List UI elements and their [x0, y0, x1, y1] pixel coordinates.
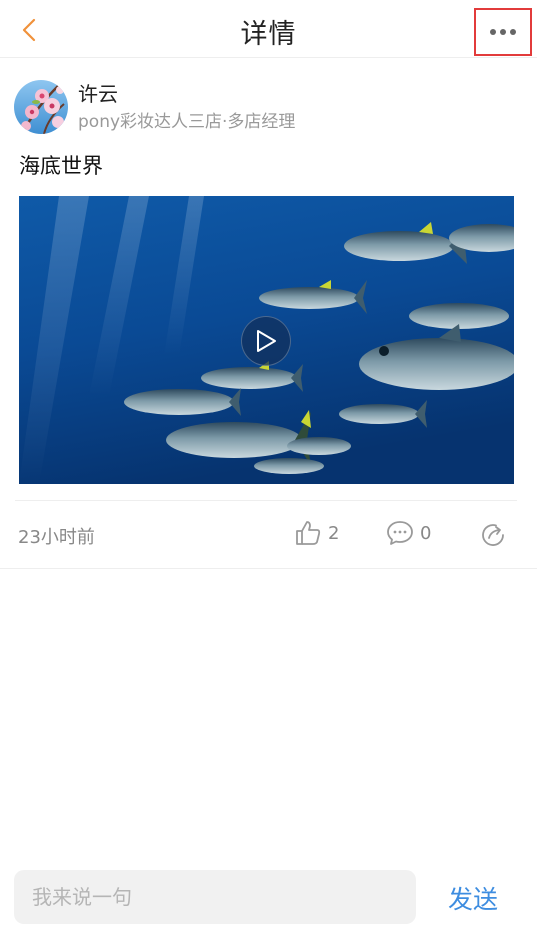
author-name[interactable]: 许云 [78, 80, 295, 108]
share-button[interactable] [479, 521, 507, 553]
post-meta-bar: 23小时前 2 0 [0, 515, 537, 557]
divider [0, 568, 537, 569]
comment-input[interactable] [14, 870, 416, 924]
more-options-button[interactable] [474, 8, 532, 56]
avatar[interactable] [14, 80, 68, 134]
post-author: 许云 pony彩妆达人三店·多店经理 [14, 80, 295, 136]
more-dot [500, 29, 506, 35]
send-button[interactable]: 发送 [448, 880, 498, 916]
like-button[interactable]: 2 [294, 519, 339, 547]
comment-bubble-icon [387, 521, 413, 545]
more-dot [510, 29, 516, 35]
post-text: 海底世界 [19, 154, 103, 178]
video-player[interactable] [19, 196, 514, 484]
play-button[interactable] [241, 316, 291, 366]
page-title: 详情 [240, 19, 297, 50]
comment-button[interactable]: 0 [386, 519, 431, 547]
author-role: pony彩妆达人三店·多店经理 [78, 112, 296, 132]
thumbs-up-icon [296, 521, 321, 545]
comment-composer: 发送 [0, 860, 537, 935]
comment-count: 0 [420, 522, 432, 544]
detail-page: 详情 许云 pony彩妆达人三店·多店经理 海底世界 23小时前 2 0 我来说… [0, 0, 537, 935]
top-nav-bar: 详情 [0, 0, 537, 58]
divider [15, 500, 517, 501]
post-timestamp: 23小时前 [18, 527, 95, 548]
more-horizontal-icon [490, 29, 496, 35]
author-info: 许云 pony彩妆达人三店·多店经理 [78, 80, 295, 135]
like-count: 2 [328, 522, 340, 544]
share-icon [482, 524, 504, 546]
play-icon [257, 330, 276, 352]
